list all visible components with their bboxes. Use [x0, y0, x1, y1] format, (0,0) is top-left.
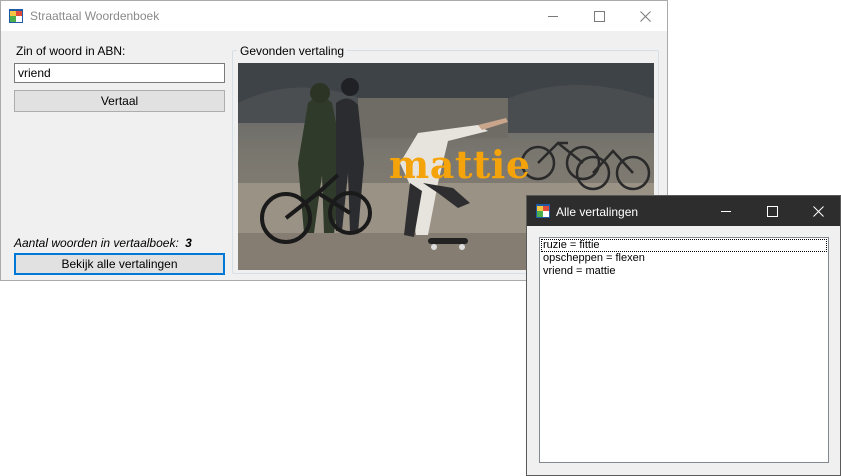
translate-button[interactable]: Vertaal: [14, 90, 225, 112]
minimize-button[interactable]: [530, 1, 576, 31]
close-button[interactable]: [622, 1, 668, 31]
minimize-icon: [548, 16, 558, 17]
close-icon: [812, 205, 824, 217]
main-window-title: Straattaal Woordenboek: [30, 9, 160, 23]
abn-input[interactable]: [14, 63, 225, 83]
view-all-button[interactable]: Bekijk alle vertalingen: [14, 253, 225, 275]
maximize-icon: [766, 205, 778, 217]
maximize-button[interactable]: [749, 196, 795, 226]
minimize-icon: [721, 211, 731, 212]
list-window: Alle vertalingen ruzie = fittie opschepp…: [526, 195, 841, 476]
list-item[interactable]: opscheppen = flexen: [541, 252, 827, 265]
list-window-title: Alle vertalingen: [556, 205, 639, 219]
group-caption: Gevonden vertaling: [237, 44, 348, 58]
translation-word: mattie: [389, 142, 531, 187]
count-label: Aantal woorden in vertaalboek: 3: [14, 236, 192, 250]
app-icon: [536, 204, 550, 218]
maximize-button[interactable]: [576, 1, 622, 31]
main-titlebar[interactable]: Straattaal Woordenboek: [1, 1, 667, 31]
maximize-icon: [593, 10, 605, 22]
list-item[interactable]: ruzie = fittie: [541, 239, 827, 252]
list-titlebar[interactable]: Alle vertalingen: [527, 196, 840, 226]
minimize-button[interactable]: [703, 196, 749, 226]
translations-listbox[interactable]: ruzie = fittie opscheppen = flexen vrien…: [539, 237, 829, 463]
list-item[interactable]: vriend = mattie: [541, 265, 827, 278]
app-icon: [9, 9, 23, 23]
input-label: Zin of woord in ABN:: [16, 44, 126, 58]
count-value: 3: [185, 236, 192, 250]
count-label-text: Aantal woorden in vertaalboek:: [14, 236, 179, 250]
close-button[interactable]: [795, 196, 841, 226]
close-icon: [639, 10, 651, 22]
